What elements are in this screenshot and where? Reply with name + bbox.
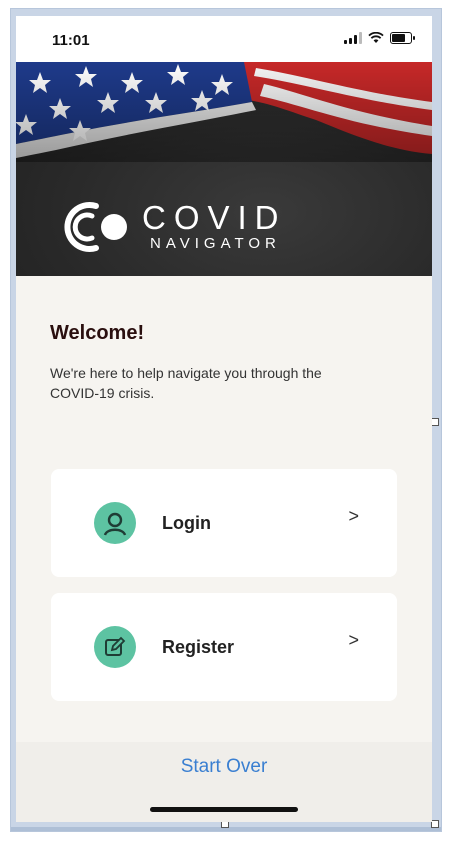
logo-subtitle: NAVIGATOR — [150, 235, 281, 252]
user-icon — [94, 502, 136, 544]
american-flag-image — [16, 62, 432, 162]
wifi-icon — [368, 32, 384, 43]
chevron-right-icon: > — [348, 505, 359, 526]
logo-text: COVID NAVIGATOR — [142, 201, 287, 253]
register-button[interactable]: Register > — [51, 593, 397, 701]
login-button[interactable]: Login > — [51, 469, 397, 577]
phone-screen: 11:01 COVID NAVIGATOR Welcome! We're her… — [16, 16, 432, 822]
chevron-right-icon: > — [348, 629, 359, 650]
status-icons — [344, 32, 415, 44]
status-time: 11:01 — [52, 32, 90, 49]
resize-handle-corner — [431, 820, 439, 828]
logo-title: COVID — [142, 199, 287, 236]
start-over-link[interactable]: Start Over — [16, 756, 432, 778]
covid-navigator-logo-icon — [64, 202, 127, 252]
login-label: Login — [162, 512, 211, 533]
edit-icon — [94, 626, 136, 668]
footer-bar: Start Over — [16, 742, 432, 822]
hero-banner: COVID NAVIGATOR — [16, 62, 432, 276]
signal-icon — [344, 32, 362, 44]
welcome-heading: Welcome! — [50, 322, 145, 344]
intro-text: We're here to help navigate you through … — [50, 365, 322, 401]
resize-handle-right — [431, 418, 439, 426]
status-bar: 11:01 — [16, 16, 432, 62]
register-label: Register — [162, 636, 235, 657]
app-logo: COVID NAVIGATOR — [52, 198, 287, 256]
battery-icon — [390, 32, 415, 44]
main-content: Welcome! We're here to help navigate you… — [16, 322, 432, 403]
home-indicator[interactable] — [150, 807, 298, 812]
